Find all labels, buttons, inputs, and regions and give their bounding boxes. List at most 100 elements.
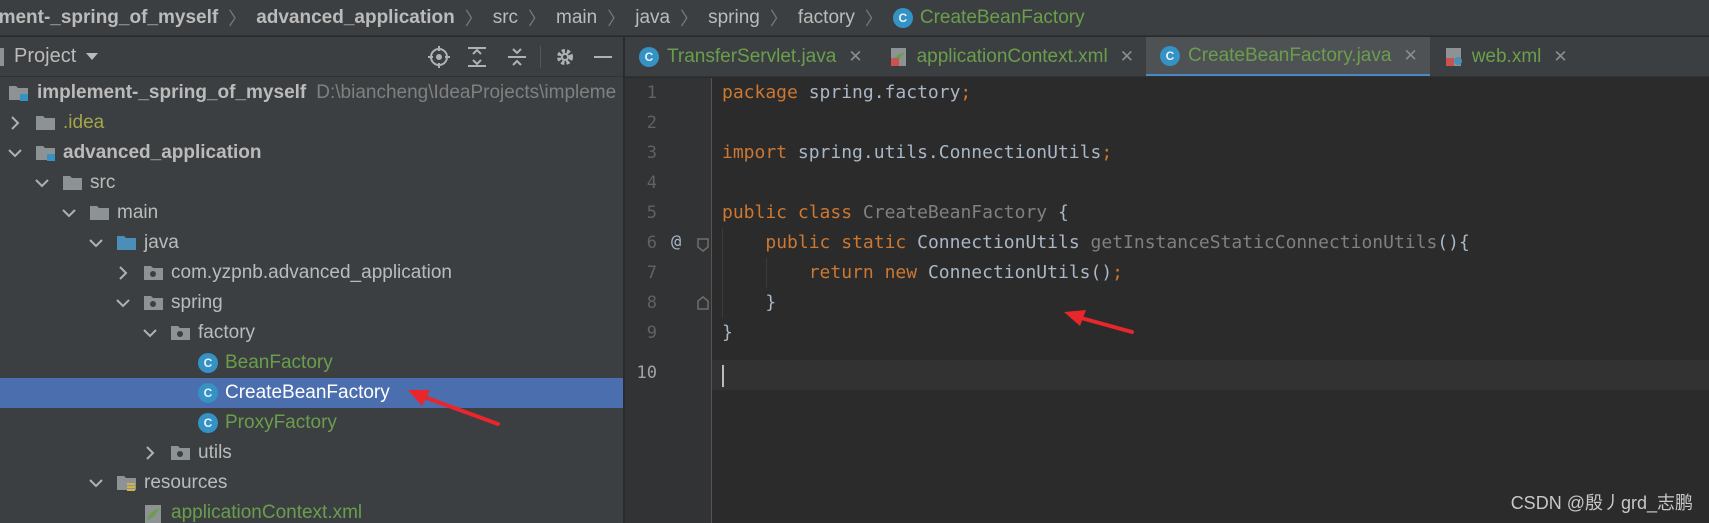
chevron-down-icon[interactable] (87, 234, 105, 252)
code-line-5: public class CreateBeanFactory { (722, 202, 1069, 223)
breadcrumb-separator-icon: 〉 (528, 8, 547, 29)
close-icon[interactable]: ✕ (1553, 47, 1567, 67)
breadcrumb-separator-icon: 〉 (864, 8, 883, 29)
expand-all-icon[interactable] (464, 44, 490, 70)
code-line-8: } (765, 292, 777, 313)
tree-item-label: CreateBeanFactory (225, 382, 390, 403)
tab-transfer-servlet[interactable]: C TransferServlet.java ✕ (625, 37, 875, 76)
package-icon (170, 324, 192, 342)
gear-icon[interactable] (552, 44, 578, 70)
tree-item-label: .idea (63, 112, 105, 133)
breadcrumb-item-main[interactable]: main (556, 7, 597, 29)
java-class-icon: C (198, 383, 218, 403)
breadcrumb-item-src[interactable]: src (493, 7, 518, 29)
java-class-icon: C (892, 7, 913, 28)
tree-item-label: utils (198, 442, 232, 463)
module-folder-icon (35, 144, 57, 162)
chevron-right-icon[interactable] (114, 264, 132, 282)
tab-label: TransferServlet.java (667, 46, 837, 67)
source-folder-icon (116, 234, 138, 252)
tree-item-bean-factory[interactable]: C BeanFactory (0, 348, 623, 378)
line-number: 1 (646, 83, 657, 103)
tree-item-label: src (90, 172, 116, 193)
chevron-down-icon (86, 53, 99, 60)
minimize-icon[interactable] (590, 44, 616, 70)
tree-item-project-root[interactable]: implement-_spring_of_myself D:\biancheng\… (0, 78, 623, 108)
close-icon[interactable]: ✕ (1403, 46, 1417, 66)
code-line-6: public static ConnectionUtils getInstanc… (765, 232, 1470, 253)
tree-item-advanced-application[interactable]: advanced_application (0, 138, 623, 168)
tree-item-label: resources (144, 472, 228, 493)
current-line-highlight (712, 360, 1709, 390)
tree-item-application-context[interactable]: applicationContext.xml (0, 498, 623, 523)
breadcrumb: ement-_spring_of_myself 〉 advanced_appli… (0, 0, 1709, 36)
breadcrumb-separator-icon: 〉 (680, 8, 699, 29)
package-icon (143, 294, 165, 312)
breadcrumb-item-class[interactable]: C CreateBeanFactory (892, 7, 1085, 29)
project-header: Project (0, 37, 623, 77)
fold-marker-icon[interactable] (697, 296, 709, 315)
module-folder-icon (8, 84, 30, 102)
tab-application-context[interactable]: applicationContext.xml ✕ (875, 37, 1146, 76)
chevron-down-icon[interactable] (6, 144, 24, 162)
chevron-right-icon[interactable] (6, 114, 24, 132)
chevron-down-icon[interactable] (141, 324, 159, 342)
tree-item-label: BeanFactory (225, 352, 333, 373)
breadcrumb-item-java[interactable]: java (635, 7, 670, 29)
locate-file-icon[interactable] (426, 44, 452, 70)
breadcrumb-item-module[interactable]: advanced_application (256, 7, 455, 29)
tree-item-package-com[interactable]: com.yzpnb.advanced_application (0, 258, 623, 288)
chevron-right-icon[interactable] (141, 444, 159, 462)
editor-tab-bar: C TransferServlet.java ✕ applicationCont… (625, 37, 1709, 77)
breadcrumb-item-spring[interactable]: spring (708, 7, 760, 29)
tab-web-xml[interactable]: web.xml ✕ (1430, 37, 1580, 76)
line-number: 5 (646, 203, 657, 223)
breadcrumb-separator-icon: 〉 (228, 8, 247, 29)
breadcrumb-item-factory[interactable]: factory (798, 7, 855, 29)
tree-item-src[interactable]: src (0, 168, 623, 198)
project-view-selector[interactable]: Project (14, 45, 99, 68)
tree-item-label: ProxyFactory (225, 412, 337, 433)
tree-item-label: main (117, 202, 159, 223)
package-icon (143, 264, 165, 282)
close-icon[interactable]: ✕ (1120, 47, 1134, 67)
tree-item-package-utils[interactable]: utils (0, 438, 623, 468)
chevron-down-icon[interactable] (33, 174, 51, 192)
project-tool-window: Project implement-_spring_of_myself D:\bi… (0, 37, 624, 523)
text-cursor (722, 365, 724, 387)
close-icon[interactable]: ✕ (848, 47, 862, 67)
tree-item-create-bean-factory[interactable]: C CreateBeanFactory (0, 378, 623, 408)
folder-icon (35, 114, 57, 132)
annotation-arrow-icon (1064, 310, 1134, 334)
line-number: 3 (646, 143, 657, 163)
tree-item-label: implement-_spring_of_myself D:\biancheng\… (37, 82, 617, 103)
tree-item-resources[interactable]: resources (0, 468, 623, 498)
implementation-marker-icon[interactable]: @ (671, 232, 681, 252)
tree-item-java[interactable]: java (0, 228, 623, 258)
code-editor[interactable]: 1 2 3 4 5 6 7 8 9 10 @ package spring.fa… (625, 78, 1709, 523)
tree-item-package-spring[interactable]: spring (0, 288, 623, 318)
tree-item-main[interactable]: main (0, 198, 623, 228)
line-number: 2 (646, 113, 657, 133)
tab-create-bean-factory[interactable]: C CreateBeanFactory.java ✕ (1145, 37, 1430, 76)
breadcrumb-item-project[interactable]: ement-_spring_of_myself (0, 7, 218, 29)
code-line-7: return new ConnectionUtils(); (808, 262, 1124, 283)
chevron-down-icon[interactable] (87, 474, 105, 492)
chevron-down-icon[interactable] (114, 294, 132, 312)
annotation-arrow-icon (408, 390, 500, 426)
spring-xml-icon (143, 504, 165, 523)
java-class-icon: C (198, 353, 218, 373)
tree-item-proxy-factory[interactable]: C ProxyFactory (0, 408, 623, 438)
breadcrumb-separator-icon: 〉 (769, 8, 788, 29)
tab-label: web.xml (1471, 46, 1542, 67)
line-number: 4 (646, 173, 657, 193)
fold-marker-icon[interactable] (697, 238, 709, 257)
code-line-1: package spring.factory; (722, 82, 972, 103)
tree-item-package-factory[interactable]: factory (0, 318, 623, 348)
collapse-all-icon[interactable] (504, 44, 530, 70)
folder-icon (89, 204, 111, 222)
chevron-down-icon[interactable] (60, 204, 78, 222)
line-number: 7 (646, 263, 657, 283)
tree-item-label: java (144, 232, 179, 253)
tree-item-idea[interactable]: .idea (0, 108, 623, 138)
